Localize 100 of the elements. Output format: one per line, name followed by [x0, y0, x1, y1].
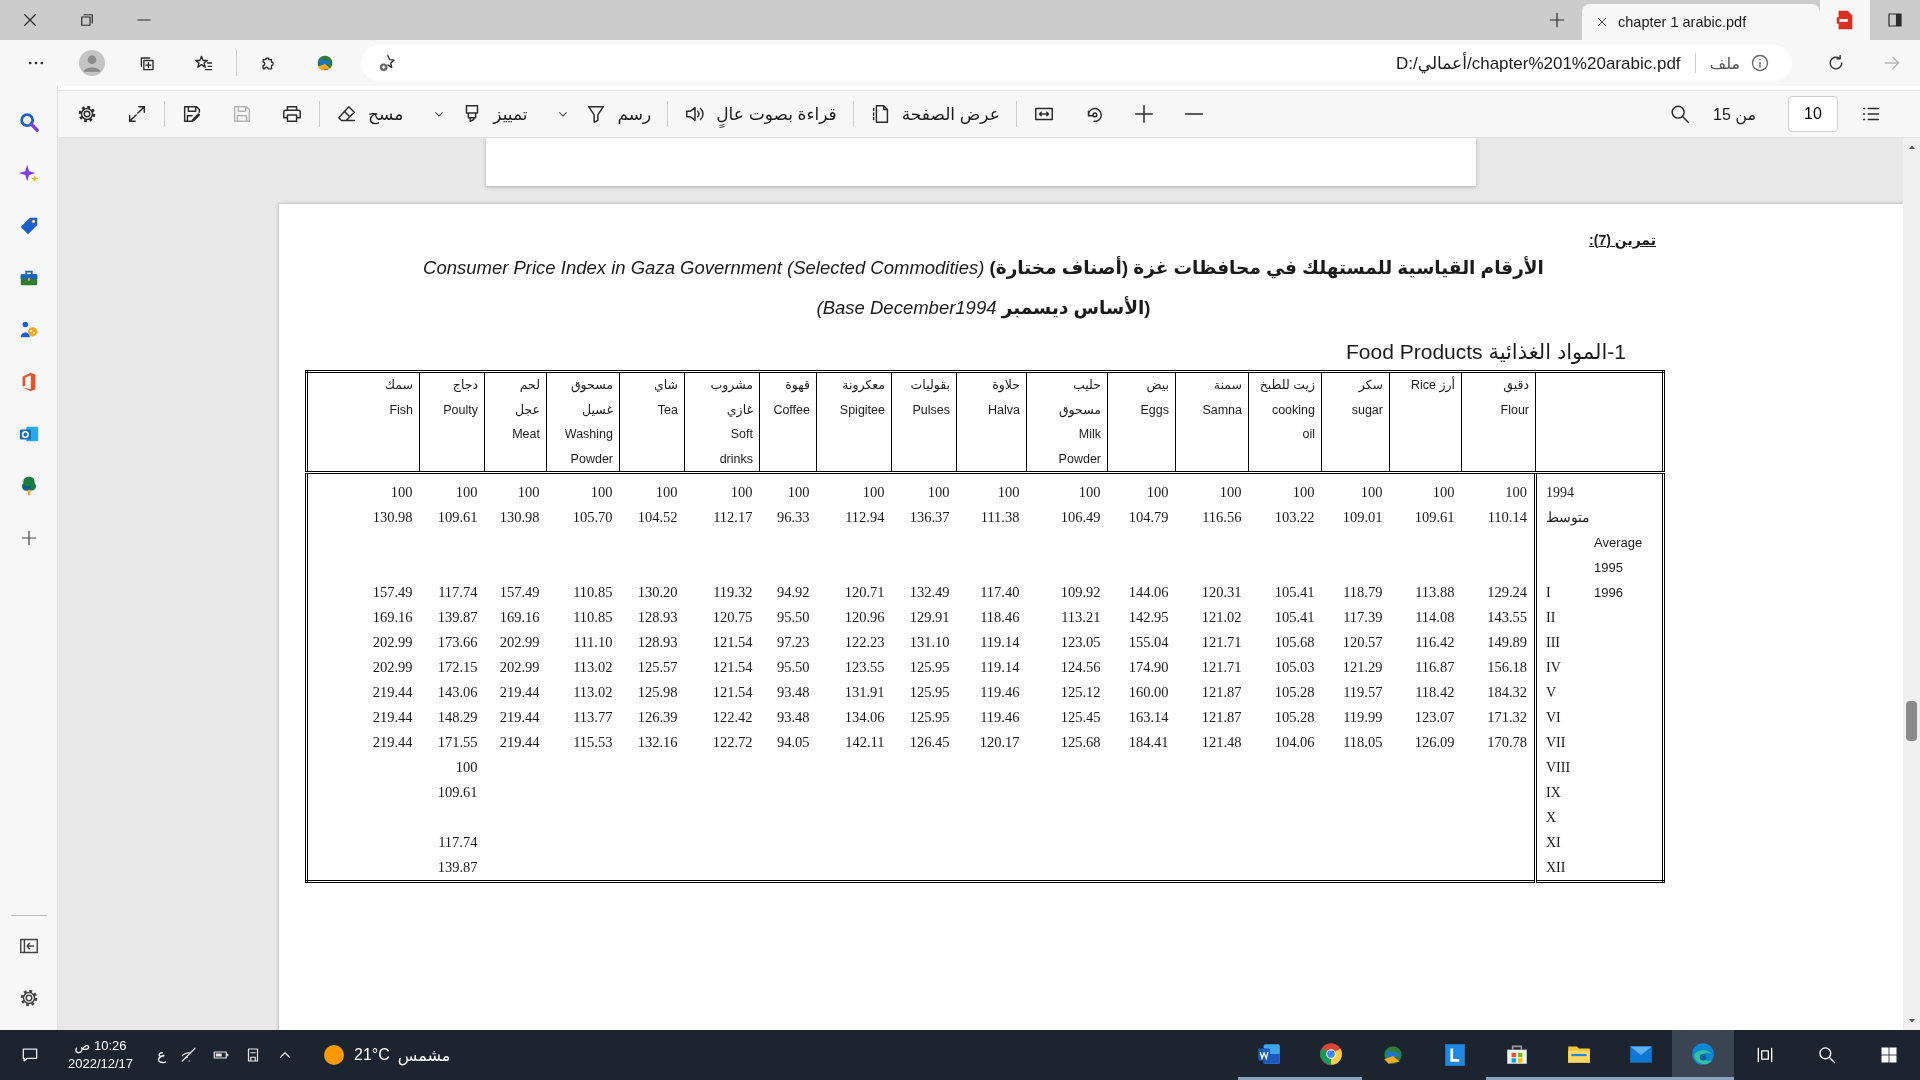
table-cell-text: 109.61 — [436, 783, 479, 802]
row-label: 1995 — [1594, 560, 1623, 575]
table-cell-text: 116.42 — [1414, 633, 1456, 652]
task-view-icon[interactable] — [1755, 1045, 1775, 1065]
table-cell-text: 121.71 — [1200, 633, 1243, 652]
table-cell-text: 121.54 — [711, 633, 754, 652]
table-cell: 219.44 — [306, 680, 420, 705]
table-cell-text: 105.68 — [1273, 633, 1316, 652]
table-cell-text: 120.71 — [843, 583, 886, 602]
row-label: I — [1546, 584, 1552, 601]
table-cell: 100 — [1248, 472, 1322, 505]
table-cell-text: 125.98 — [636, 683, 679, 702]
add-icon[interactable] — [19, 529, 38, 547]
url-text[interactable]: D:/أعمالي/chapter%201%20arabic.pdf — [1396, 52, 1681, 74]
table-cell-text: 219.44 — [498, 683, 541, 702]
add-favorite-icon[interactable] — [377, 53, 397, 73]
draw-button[interactable]: رسم — [585, 103, 652, 125]
column-header: أرز Rice — [1389, 371, 1462, 473]
table-cell-text: 105.41 — [1273, 608, 1316, 627]
erase-button[interactable]: مسح — [336, 103, 404, 125]
clock-date[interactable]: 2022/12/17 — [68, 1055, 134, 1073]
table-cell: 100 — [891, 472, 957, 505]
info-icon[interactable] — [1750, 53, 1770, 73]
table-cell-text: 157.49 — [498, 583, 541, 602]
table-cell-text: 119.14 — [979, 633, 1021, 652]
table-cell-text: 121.87 — [1200, 683, 1243, 702]
search-icon[interactable] — [1817, 1045, 1837, 1065]
expand-icon[interactable] — [126, 103, 148, 125]
table-cell: 157.49 — [306, 580, 420, 605]
table-cell-text: 118.05 — [1342, 733, 1384, 752]
table-cell-text: 117.74 — [437, 583, 479, 602]
zoom-in-icon[interactable] — [1132, 103, 1155, 125]
table-cell-text: 126.45 — [908, 733, 951, 752]
page-count: من 15 — [1713, 104, 1756, 124]
column-header: بقوليات Pulses — [891, 371, 957, 473]
column-header: زيت للطبخ cooking oil — [1248, 371, 1322, 473]
table-cell-text: 160.00 — [1127, 683, 1170, 702]
settings-icon[interactable] — [76, 103, 98, 125]
row-label: XI — [1546, 834, 1562, 851]
table-cell: 202.99 — [306, 655, 420, 680]
highlight-button[interactable]: تمييز — [461, 103, 528, 125]
table-cell-text: 100 — [454, 758, 479, 777]
table-cell-text: 130.20 — [636, 583, 679, 602]
row-label: XII — [1546, 859, 1567, 876]
table-cell-text: 122.72 — [711, 733, 754, 752]
letter-app-icon[interactable] — [1442, 1042, 1468, 1068]
table-cell: 100 — [1321, 472, 1390, 505]
save-as-icon[interactable] — [181, 103, 203, 125]
window-layout-icon[interactable] — [1886, 11, 1904, 29]
chrome-app-icon[interactable] — [1318, 1040, 1344, 1067]
table-cell-text: 119.32 — [712, 583, 754, 602]
wifi-icon[interactable] — [180, 1046, 199, 1064]
table-cell: 202.99 — [306, 630, 420, 655]
table-cell: 170.78 — [1461, 730, 1536, 755]
table-cell-text: 121.48 — [1200, 733, 1243, 752]
table-cell-text: 121.87 — [1200, 708, 1243, 727]
scrollbar-thumb[interactable] — [1906, 701, 1917, 741]
table-cell-text: 116.87 — [1414, 658, 1456, 677]
table-cell-text: 121.29 — [1341, 658, 1384, 677]
table-cell-text: 123.55 — [843, 658, 886, 677]
table-cell-text: 134.06 — [843, 708, 886, 727]
edge-app-icon[interactable] — [1690, 1040, 1716, 1067]
column-header: حليب مسحوق Milk Powder — [1026, 371, 1108, 473]
print-icon[interactable] — [281, 103, 303, 125]
search-icon[interactable] — [1669, 103, 1691, 125]
table-cell-text: 111.38 — [979, 508, 1021, 527]
sparkle-icon[interactable] — [17, 163, 40, 185]
table-cell-text: 113.21 — [1060, 608, 1102, 627]
table-cell: 129.24 — [1461, 580, 1536, 605]
table-cell: 100 — [1026, 472, 1108, 505]
close-icon[interactable] — [1596, 16, 1608, 28]
new-tab-icon[interactable] — [1548, 11, 1566, 29]
favorites-icon[interactable] — [194, 53, 214, 73]
file-label[interactable]: ملف — [1709, 53, 1740, 73]
windows-start-icon[interactable] — [1879, 1045, 1899, 1065]
column-header: بيض Eggs — [1107, 371, 1176, 473]
row-label: X — [1546, 809, 1558, 826]
table-cell: 100 — [546, 472, 620, 505]
weather-text[interactable]: مشمس — [397, 1045, 451, 1065]
table-cell: 100 — [1461, 472, 1536, 505]
table-cell-text: 125.95 — [908, 708, 951, 727]
page-view-button[interactable]: عرض الصفحة — [869, 103, 1000, 125]
row-label: III — [1546, 634, 1561, 651]
clock-time[interactable]: 10:26 ص — [74, 1037, 127, 1055]
table-cell-text: 113.02 — [572, 658, 614, 677]
address-field[interactable]: D:/أعمالي/chapter%201%20arabic.pdf ملف — [361, 45, 1792, 81]
table-cell-text: 93.48 — [775, 683, 811, 702]
table-cell-text: 121.71 — [1200, 658, 1243, 677]
profile-avatar-icon[interactable] — [79, 50, 105, 76]
table-cell-text: 111.10 — [572, 633, 614, 652]
table-cell: 100 — [684, 472, 760, 505]
table-cell-text: 115.53 — [572, 733, 614, 752]
table-cell: 100 — [816, 472, 892, 505]
temperature[interactable]: 21°C — [354, 1046, 390, 1064]
table-cell-text: 122.23 — [843, 633, 886, 652]
input-language[interactable]: ع — [157, 1046, 167, 1064]
table-cell-text: 118.42 — [1414, 683, 1456, 702]
sun-icon[interactable] — [322, 1043, 347, 1067]
page-number-field[interactable]: 10 — [1788, 96, 1838, 132]
browser-tab[interactable]: chapter 1 arabic.pdf — [1582, 4, 1820, 40]
